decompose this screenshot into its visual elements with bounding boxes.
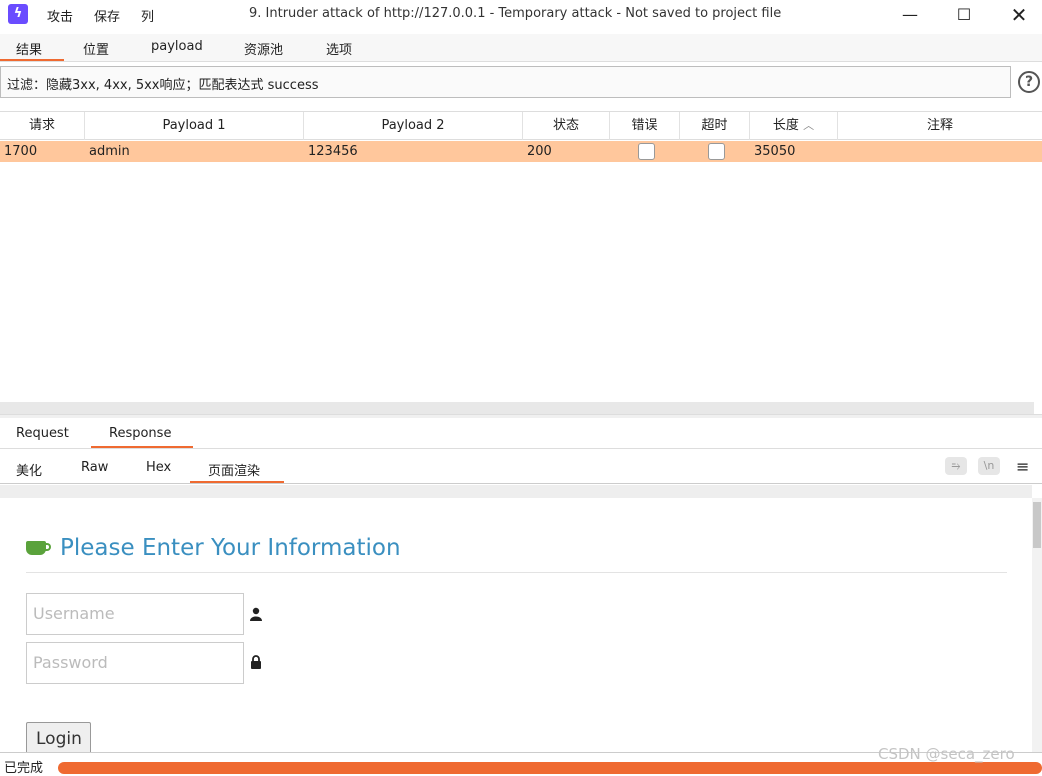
window-title: 9. Intruder attack of http://127.0.0.1 -… <box>249 6 782 21</box>
page-heading: Please Enter Your Information <box>60 535 401 561</box>
username-field[interactable]: Username <box>26 593 244 635</box>
active-message-tab-indicator <box>91 446 193 448</box>
column-payload1[interactable]: Payload 1 <box>85 112 304 140</box>
column-status[interactable]: 状态 <box>523 112 610 140</box>
menu-save[interactable]: 保存 <box>94 6 120 25</box>
tab-raw[interactable]: Raw <box>81 460 108 475</box>
sort-ascending-icon: ︿ <box>803 119 815 132</box>
tab-options[interactable]: 选项 <box>326 39 352 58</box>
column-length-label: 长度 <box>772 118 799 133</box>
burp-app-icon: ϟ <box>8 4 28 24</box>
password-field[interactable]: Password <box>26 642 244 684</box>
error-checkbox[interactable] <box>638 143 655 160</box>
close-button[interactable]: ✕ <box>999 2 1039 28</box>
main-tabs: 结果 位置 payload 资源池 选项 <box>0 34 1042 62</box>
column-timeout[interactable]: 超时 <box>680 112 750 140</box>
message-tabs: Request Response <box>0 418 1042 449</box>
filter-bar[interactable]: 过滤：隐藏3xx, 4xx, 5xx响应；匹配表达式 success <box>0 66 1011 98</box>
cell-comment <box>838 141 842 162</box>
tab-results[interactable]: 结果 <box>16 39 42 58</box>
render-view: Please Enter Your Information Username P… <box>0 485 1042 752</box>
active-tab-indicator <box>0 59 64 61</box>
tab-payloads[interactable]: payload <box>151 39 203 54</box>
menu-attack[interactable]: 攻击 <box>47 6 73 25</box>
heading-divider <box>26 572 1007 573</box>
column-payload2[interactable]: Payload 2 <box>304 112 523 140</box>
column-request[interactable]: 请求 <box>0 112 85 140</box>
tab-resource-pool[interactable]: 资源池 <box>244 39 283 58</box>
timeout-checkbox[interactable] <box>708 143 725 160</box>
minimize-button[interactable]: — <box>890 2 930 28</box>
watermark: CSDN @seca_zero <box>878 745 1015 763</box>
cell-payload2: 123456 <box>308 144 358 159</box>
tab-hex[interactable]: Hex <box>146 460 171 475</box>
column-comment[interactable]: 注释 <box>838 112 1042 140</box>
cell-status: 200 <box>527 144 552 159</box>
tab-pretty[interactable]: 美化 <box>16 460 42 479</box>
column-error[interactable]: 错误 <box>610 112 680 140</box>
title-bar: ϟ 攻击 保存 列 9. Intruder attack of http://1… <box>0 0 1042 30</box>
tab-request[interactable]: Request <box>16 426 69 441</box>
help-icon[interactable]: ? <box>1018 71 1040 93</box>
user-icon <box>250 607 262 621</box>
cell-request: 1700 <box>4 144 38 159</box>
login-button[interactable]: Login <box>26 722 91 752</box>
menu-icon[interactable]: ≡ <box>1016 457 1029 476</box>
horizontal-scrollbar[interactable] <box>0 402 1034 414</box>
coffee-cup-icon <box>26 541 46 555</box>
scrollbar-thumb[interactable] <box>1033 502 1041 548</box>
cell-payload1: admin <box>89 144 130 159</box>
tab-render[interactable]: 页面渲染 <box>208 460 260 479</box>
column-length[interactable]: 长度 ︿ <box>750 112 838 140</box>
table-row[interactable]: 1700 admin 123456 200 35050 <box>0 141 1042 162</box>
results-table-header: 请求 Payload 1 Payload 2 状态 错误 超时 长度 ︿ 注释 <box>0 111 1042 140</box>
tab-response[interactable]: Response <box>109 426 171 441</box>
word-wrap-icon[interactable]: ⥱ <box>945 457 967 475</box>
progress-bar <box>58 762 1042 774</box>
tab-positions[interactable]: 位置 <box>83 39 109 58</box>
menu-columns[interactable]: 列 <box>141 6 154 25</box>
active-view-tab-indicator <box>190 481 284 483</box>
status-text: 已完成 <box>4 761 44 776</box>
lock-icon <box>251 655 261 669</box>
coffee-cup-handle <box>44 543 51 551</box>
newline-toggle-icon[interactable]: \n <box>978 457 1000 475</box>
view-tabs: 美化 Raw Hex 页面渲染 <box>0 452 1042 484</box>
render-top-bar <box>0 485 1032 498</box>
maximize-button[interactable]: ☐ <box>944 2 984 28</box>
cell-length: 35050 <box>754 144 796 159</box>
